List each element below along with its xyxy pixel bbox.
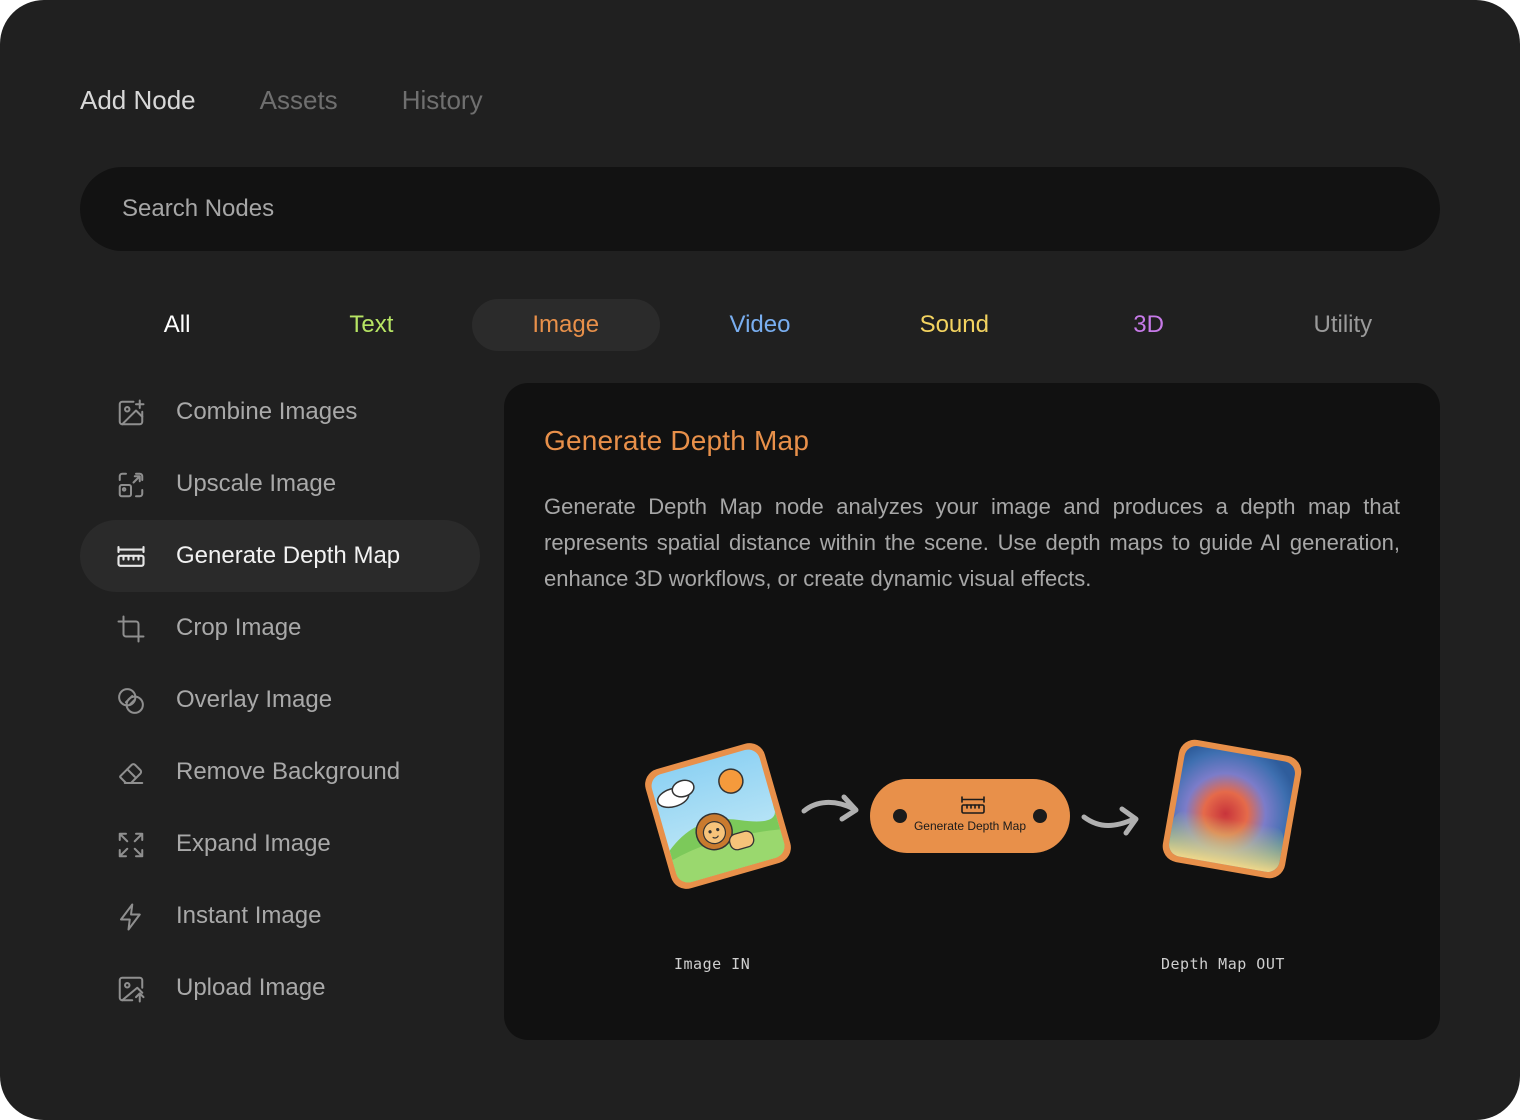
node-detail-title: Generate Depth Map [544, 425, 810, 456]
expand-icon [116, 830, 146, 860]
node-item-generate-depth-map[interactable]: Generate Depth Map [80, 520, 480, 592]
node-item-remove-background[interactable]: Remove Background [80, 736, 480, 808]
category-all[interactable]: All [83, 299, 271, 351]
output-caption: Depth Map OUT [1161, 955, 1285, 973]
node-item-label: Upload Image [176, 974, 326, 1001]
node-item-label: Upscale Image [176, 470, 337, 497]
search-bar [80, 167, 1440, 251]
image-upload-icon [116, 974, 146, 1004]
ruler-icon [116, 542, 146, 572]
node-item-label: Expand Image [176, 830, 331, 857]
upscale-icon [116, 470, 146, 500]
node-pill-label: Generate Depth Map [913, 819, 1027, 833]
image-plus-icon [116, 398, 146, 428]
node-item-label: Overlay Image [176, 686, 333, 713]
category-image[interactable]: Image [471, 299, 660, 351]
node-item-upload-image[interactable]: Upload Image [80, 952, 480, 1024]
category-filter: All Text Image Video Sound 3D Utility [80, 299, 1440, 351]
flow-arrow-out [1081, 814, 1137, 828]
node-item-label: Crop Image [176, 614, 302, 641]
category-utility[interactable]: Utility [1249, 299, 1437, 351]
flow-arrow-in [801, 800, 857, 814]
tab-add-node[interactable]: Add Node [80, 78, 196, 122]
depth-map-diagram: Image IN Depth Map OUT Generate Depth Ma… [504, 723, 1440, 983]
category-sound[interactable]: Sound [860, 299, 1048, 351]
eraser-icon [116, 758, 146, 788]
node-item-combine-images[interactable]: Combine Images [80, 376, 480, 448]
input-image-thumbnail [645, 743, 791, 889]
crop-icon [116, 614, 146, 644]
overlay-icon [116, 686, 146, 716]
input-caption: Image IN [674, 955, 751, 973]
node-item-label: Combine Images [176, 398, 358, 425]
tab-history[interactable]: History [402, 78, 483, 122]
search-input[interactable] [120, 194, 1324, 224]
diagram-graphic [645, 739, 1302, 889]
node-item-label: Instant Image [176, 902, 322, 929]
generate-depth-map-node [870, 779, 1070, 853]
node-detail-card: Generate Depth Map Generate Depth Map no… [504, 383, 1440, 1040]
node-item-expand-image[interactable]: Expand Image [80, 808, 480, 880]
tab-assets[interactable]: Assets [260, 78, 338, 122]
node-item-upscale-image[interactable]: Upscale Image [80, 448, 480, 520]
panel-tabs: Add Node Assets History [80, 78, 483, 122]
category-video[interactable]: Video [666, 299, 854, 351]
node-item-overlay-image[interactable]: Overlay Image [80, 664, 480, 736]
node-item-instant-image[interactable]: Instant Image [80, 880, 480, 952]
lightning-icon [116, 902, 146, 932]
category-3d[interactable]: 3D [1054, 299, 1242, 351]
node-item-label: Generate Depth Map [176, 542, 401, 569]
add-node-panel: Add Node Assets History All Text Image V… [0, 0, 1520, 1120]
category-text[interactable]: Text [277, 299, 465, 351]
node-item-label: Remove Background [176, 758, 401, 785]
node-item-crop-image[interactable]: Crop Image [80, 592, 480, 664]
node-list: Combine Images Upscale Image Generate De… [80, 376, 480, 1024]
node-detail-description: Generate Depth Map node analyzes your im… [544, 494, 1400, 591]
output-depth-map-thumbnail [1162, 739, 1302, 879]
